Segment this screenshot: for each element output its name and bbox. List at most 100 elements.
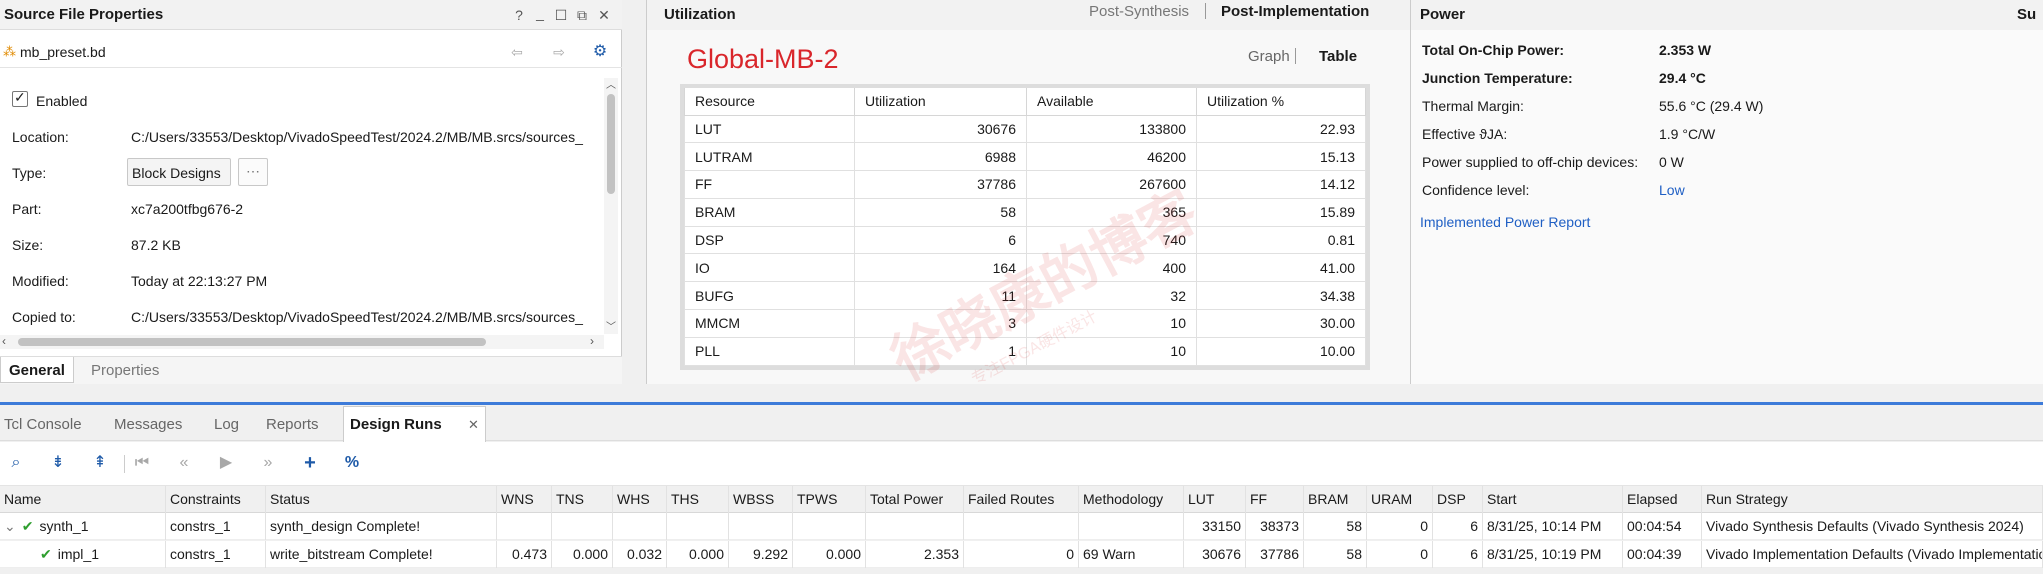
utilization-row[interactable]: PLL 1 10 10.00 [684,336,1366,366]
column-header-utilization[interactable]: Utilization [854,88,1027,116]
vertical-scrollbar[interactable]: ︿ ﹀ [604,78,618,334]
utilization-row[interactable]: MMCM 3 10 30.00 [684,309,1366,338]
runs-column-header[interactable]: LUT [1184,486,1246,513]
maximize-icon[interactable]: ☐ [553,6,569,24]
runs-cell [964,513,1079,540]
confidence-level-link[interactable]: Low [1659,182,1685,198]
run-name-text: impl_1 [57,546,99,562]
utilization-cell: 133800 [1026,114,1197,144]
runs-column-header[interactable]: TNS [552,486,613,513]
runs-cell: 38373 [1246,513,1304,540]
run-complete-check-icon: ✔ [21,518,34,534]
runs-column-header[interactable]: Constraints [166,486,266,513]
tab-post-synthesis[interactable]: Post-Synthesis [1089,3,1189,20]
runs-cell: 0.032 [613,541,667,568]
utilization-row[interactable]: FF 37786 267600 14.12 [684,170,1366,199]
minimize-icon[interactable]: _ [532,4,548,22]
utilization-row[interactable]: BUFG 11 32 34.38 [684,281,1366,311]
view-tab-graph[interactable]: Graph [1248,48,1290,65]
scroll-left-icon[interactable]: ‹ [2,334,6,348]
power-label: Confidence level: [1422,182,1530,198]
utilization-cell: 58 [854,197,1027,227]
utilization-row[interactable]: BRAM 58 365 15.89 [684,197,1366,227]
runs-cell: 6 [1433,513,1483,540]
vertical-scroll-thumb[interactable] [607,94,615,194]
play-icon[interactable]: ▶ [212,452,240,474]
scroll-up-icon[interactable]: ︿ [606,76,616,91]
runs-cell [729,513,793,540]
runs-row[interactable]: ⌄ ✔ synth_1 constrs_1 synth_design Complete!… [0,513,2043,540]
runs-column-header[interactable]: FF [1246,486,1304,513]
enabled-checkbox[interactable]: ✓ [12,89,28,107]
runs-column-header[interactable]: BRAM [1304,486,1367,513]
type-button[interactable]: Block Designs [127,158,231,186]
expand-all-icon[interactable]: ⇞ [86,452,114,474]
tab-general[interactable]: General [0,357,74,383]
column-header-resource[interactable]: Resource [684,88,855,116]
previous-icon[interactable]: « [170,452,198,474]
run-name-cell: ✔ impl_1 [0,541,166,568]
utilization-row[interactable]: LUT 30676 133800 22.93 [684,114,1366,144]
utilization-row[interactable]: LUTRAM 6988 46200 15.13 [684,142,1366,172]
percent-icon[interactable]: % [338,452,366,474]
run-complete-check-icon: ✔ [40,546,52,562]
runs-column-header[interactable]: THS [667,486,729,513]
float-icon[interactable]: ⧉ [574,6,590,24]
summary-title-clipped: Su [2017,6,2037,23]
runs-column-header[interactable]: Total Power [866,486,964,513]
tab-tcl-console[interactable]: Tcl Console [0,410,86,440]
runs-column-header[interactable]: Name [0,486,166,513]
runs-column-header[interactable]: Methodology [1079,486,1184,513]
expand-chevron-icon[interactable]: ⌄ [4,518,16,534]
back-arrow-icon[interactable]: ⇦ [508,43,526,61]
tab-post-implementation[interactable]: Post-Implementation [1221,3,1369,20]
runs-row[interactable]: ✔ impl_1 constrs_1 write_bitstream Complete… [0,541,2043,568]
next-icon[interactable]: » [254,452,282,474]
tab-properties[interactable]: Properties [91,362,159,379]
utilization-cell: 1 [854,336,1027,366]
tab-reports[interactable]: Reports [262,410,323,440]
type-button-label: Block Designs [132,165,221,181]
utilization-row[interactable]: DSP 6 740 0.81 [684,225,1366,255]
tab-design-runs[interactable]: Design Runs ✕ [343,406,486,442]
horizontal-scrollbar[interactable]: ‹ › [0,334,604,349]
runs-column-header[interactable]: WBSS [729,486,793,513]
help-icon[interactable]: ? [511,6,527,24]
close-icon[interactable]: ✕ [596,6,612,24]
add-icon[interactable]: + [296,452,324,474]
toolbar-separator [124,455,125,473]
runs-column-header[interactable]: WNS [497,486,552,513]
tab-log[interactable]: Log [210,410,243,440]
runs-column-header[interactable]: TPWS [793,486,866,513]
search-icon[interactable]: ⌕ [2,452,30,474]
runs-column-header[interactable]: Failed Routes [964,486,1079,513]
runs-column-header[interactable]: Status [266,486,497,513]
runs-cell: 8/31/25, 10:14 PM [1483,513,1623,540]
column-header-utilization-pct[interactable]: Utilization % [1196,88,1366,116]
scroll-right-icon[interactable]: › [590,334,594,348]
runs-cell: 0.473 [497,541,552,568]
runs-column-header[interactable]: Run Strategy [1702,486,2043,513]
forward-arrow-icon[interactable]: ⇨ [550,43,568,61]
runs-column-header[interactable]: URAM [1367,486,1433,513]
more-options-button[interactable]: ⋯ [238,158,268,186]
settings-gear-icon[interactable]: ⚙ [591,43,609,61]
utilization-cell: 14.12 [1196,170,1366,199]
runs-column-header[interactable]: Elapsed [1623,486,1702,513]
collapse-all-icon[interactable]: ⇟ [44,452,72,474]
utilization-cell: LUT [684,114,855,144]
runs-cell: 0 [964,541,1079,568]
first-icon[interactable]: ⏮ [128,452,156,474]
column-header-available[interactable]: Available [1026,88,1197,116]
implemented-power-report-link[interactable]: Implemented Power Report [1420,214,1590,230]
runs-column-header[interactable]: WHS [613,486,667,513]
tab-close-icon[interactable]: ✕ [468,417,479,433]
runs-cell: constrs_1 [166,513,266,540]
runs-column-header[interactable]: Start [1483,486,1623,513]
scroll-down-icon[interactable]: ﹀ [606,318,616,333]
utilization-row[interactable]: IO 164 400 41.00 [684,253,1366,283]
tab-messages[interactable]: Messages [110,410,186,440]
horizontal-scroll-thumb[interactable] [18,338,486,346]
runs-column-header[interactable]: DSP [1433,486,1483,513]
view-tab-table[interactable]: Table [1319,48,1357,65]
